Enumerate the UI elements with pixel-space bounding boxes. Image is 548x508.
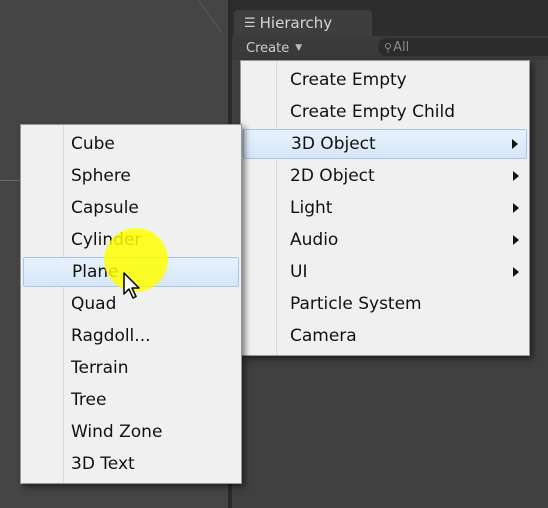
- menu-item-label: Cube: [71, 134, 115, 154]
- menu-item-label: Capsule: [71, 198, 139, 218]
- menu-item[interactable]: 3D Text: [23, 449, 239, 479]
- menu-item-label: Cylinder: [71, 230, 142, 250]
- 3d-object-submenu: Cube Sphere Capsule Cylinder Plane Quad Ragdol…: [20, 124, 242, 484]
- menu-item[interactable]: UI: [243, 257, 527, 287]
- search-placeholder: All: [393, 39, 410, 55]
- menu-item-label: Tree: [71, 390, 107, 410]
- menu-item[interactable]: Ragdoll...: [23, 321, 239, 351]
- submenu-arrow-icon: [513, 203, 519, 213]
- menu-item-label: Create Empty: [290, 70, 407, 90]
- menu-item-label: Light: [290, 198, 333, 218]
- search-input[interactable]: ⚲ All: [378, 38, 548, 56]
- menu-item-label: 3D Object: [291, 134, 376, 154]
- menu-item[interactable]: Audio: [243, 225, 527, 255]
- menu-item[interactable]: 2D Object: [243, 161, 527, 191]
- menu-item[interactable]: Sphere: [23, 161, 239, 191]
- menu-item[interactable]: Create Empty Child: [243, 97, 527, 127]
- menu-item[interactable]: Cylinder: [23, 225, 239, 255]
- menu-item[interactable]: Cube: [23, 129, 239, 159]
- create-label: Create: [246, 40, 290, 56]
- hierarchy-tab-bar: ☰ Hierarchy: [232, 0, 548, 36]
- hierarchy-tab-label: Hierarchy: [259, 14, 333, 32]
- menu-item[interactable]: Particle System: [243, 289, 527, 319]
- menu-item-label: 2D Object: [290, 166, 375, 186]
- menu-item-label: Terrain: [71, 358, 129, 378]
- create-menu: Create Empty Create Empty Child 3D Object 2…: [240, 60, 530, 356]
- scene-grid-line: [0, 180, 20, 181]
- menu-item-label: 3D Text: [71, 454, 135, 474]
- create-dropdown-button[interactable]: Create ▼: [246, 38, 302, 58]
- menu-item-label: Camera: [290, 326, 357, 346]
- menu-item[interactable]: Camera: [243, 321, 527, 351]
- submenu-arrow-icon: [513, 235, 519, 245]
- menu-item[interactable]: Quad: [23, 289, 239, 319]
- menu-item-label: UI: [290, 262, 308, 282]
- menu-item-label: Create Empty Child: [290, 102, 455, 122]
- search-icon: ⚲: [384, 40, 393, 54]
- menu-item-label: Audio: [290, 230, 339, 250]
- menu-item[interactable]: Terrain: [23, 353, 239, 383]
- submenu-arrow-icon: [513, 267, 519, 277]
- list-icon: ☰: [244, 15, 256, 31]
- hierarchy-tab[interactable]: ☰ Hierarchy: [234, 10, 372, 36]
- menu-item[interactable]: Create Empty: [243, 65, 527, 95]
- menu-item-label: Wind Zone: [71, 422, 163, 442]
- menu-item[interactable]: 3D Object: [243, 129, 527, 159]
- submenu-arrow-icon: [512, 139, 518, 149]
- chevron-down-icon: ▼: [295, 43, 303, 53]
- submenu-arrow-icon: [513, 171, 519, 181]
- menu-item[interactable]: Plane: [23, 257, 239, 287]
- scene-grid-line: [198, 0, 222, 33]
- menu-item-label: Sphere: [71, 166, 131, 186]
- menu-item[interactable]: Light: [243, 193, 527, 223]
- menu-item[interactable]: Wind Zone: [23, 417, 239, 447]
- menu-item[interactable]: Tree: [23, 385, 239, 415]
- menu-item[interactable]: Capsule: [23, 193, 239, 223]
- hierarchy-toolbar: Create ▼ ⚲ All: [232, 36, 548, 60]
- menu-item-label: Ragdoll...: [71, 326, 151, 346]
- menu-item-label: Quad: [71, 294, 117, 314]
- menu-item-label: Particle System: [290, 294, 422, 314]
- menu-item-label: Plane: [72, 262, 119, 282]
